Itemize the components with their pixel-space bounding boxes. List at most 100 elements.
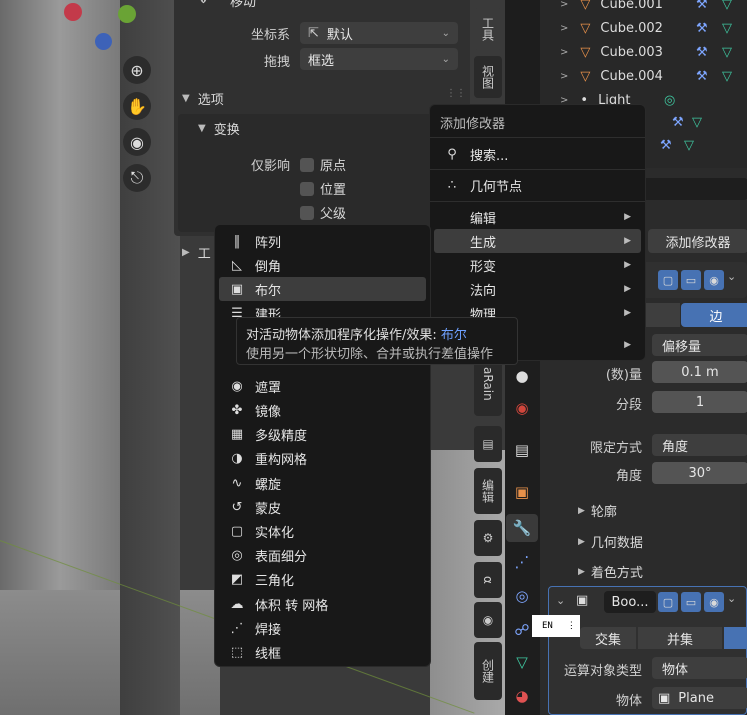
generate-menu-item[interactable]: ▣ 布尔 bbox=[219, 277, 426, 302]
generate-menu-item[interactable]: ◎ 表面细分 bbox=[219, 544, 426, 568]
amount-field[interactable]: 0.1 m bbox=[652, 361, 747, 383]
tab-tool[interactable]: 工具 bbox=[474, 8, 502, 50]
chevron-down-icon: ⌄ bbox=[441, 53, 450, 65]
object-icon[interactable]: ▣ bbox=[508, 478, 536, 506]
camera-icon[interactable]: ◉ bbox=[123, 128, 151, 156]
collection-icon[interactable]: ▤ bbox=[508, 436, 536, 464]
tab-edit[interactable]: 编辑 bbox=[474, 468, 502, 514]
viewport-display-icon[interactable]: ▭ bbox=[681, 270, 701, 290]
menu-category-item[interactable]: 形变 ▶ bbox=[434, 253, 641, 277]
generate-menu-item[interactable]: ⋰ 焊接 bbox=[219, 616, 426, 640]
editmode-icon[interactable]: ▢ bbox=[658, 592, 678, 612]
mesh-data-icon: ▽ bbox=[692, 115, 702, 130]
mask-icon: ◉ bbox=[231, 378, 243, 394]
generate-menu-item[interactable]: ✤ 镜像 bbox=[219, 398, 426, 422]
outliner-item[interactable]: > ▽ Cube.004 ⚒ ▽ bbox=[560, 64, 732, 88]
angle-field[interactable]: 30° bbox=[652, 462, 747, 484]
generate-menu-item[interactable]: ▢ 实体化 bbox=[219, 519, 426, 543]
object-field[interactable]: ▣ Plane bbox=[652, 687, 747, 709]
physics-icon[interactable]: ● bbox=[508, 362, 536, 390]
union-button[interactable]: 并集 bbox=[638, 627, 722, 649]
transform-section-header[interactable]: ▼ 变换 bbox=[198, 119, 240, 138]
gizmo-x-axis-dot[interactable] bbox=[64, 3, 82, 21]
tab-edit-icon[interactable]: ▤ bbox=[474, 426, 502, 462]
difference-button[interactable] bbox=[724, 627, 747, 649]
tab-misc-icon[interactable]: α bbox=[474, 562, 502, 598]
chevron-down-icon[interactable]: ⌄ bbox=[727, 592, 736, 612]
viewport-display-icon[interactable]: ▭ bbox=[681, 592, 701, 612]
particles-icon[interactable]: ⋰ bbox=[508, 548, 536, 576]
chevron-down-icon: ▼ bbox=[198, 123, 206, 134]
generate-menu-item[interactable]: ▦ 多级精度 bbox=[219, 423, 426, 447]
modifier-wrench-icon: ⚒ bbox=[696, 0, 708, 12]
render-camera-icon[interactable]: ◉ bbox=[704, 592, 724, 612]
render-camera-icon[interactable]: ◉ bbox=[704, 270, 724, 290]
add-modifier-button[interactable]: 添加修改器 bbox=[648, 229, 747, 253]
boolean-name-field[interactable]: Boo... bbox=[604, 591, 656, 613]
data-icon[interactable]: ▽ bbox=[508, 648, 536, 676]
shading-subpanel[interactable]: ▶ 着色方式 bbox=[578, 562, 643, 581]
tab-view[interactable]: 视图 bbox=[474, 56, 502, 98]
generate-menu-item[interactable]: ☁ 体积 转 网格 bbox=[219, 592, 426, 616]
menu-category-item[interactable]: 编辑 ▶ bbox=[434, 205, 641, 229]
modifier-wrench-icon: ⚒ bbox=[696, 20, 708, 36]
generate-menu-item[interactable]: ⬚ 线框 bbox=[219, 640, 426, 664]
physics-orbit-icon[interactable]: ◎ bbox=[508, 582, 536, 610]
drag-dropdown[interactable]: 框选 ⌄ bbox=[300, 48, 458, 70]
properties-search[interactable] bbox=[638, 178, 747, 200]
segments-field[interactable]: 1 bbox=[652, 391, 747, 413]
chevron-right-icon[interactable]: > bbox=[560, 71, 568, 82]
mesh-data-icon: ▽ bbox=[722, 68, 732, 84]
pan-hand-icon[interactable]: ✋ bbox=[123, 92, 151, 120]
parent-checkbox[interactable]: 父级 bbox=[300, 203, 346, 222]
chevron-down-icon[interactable]: ⌄ bbox=[727, 270, 736, 290]
boolean-toggle-icons[interactable]: ▢ ▭ ◉ ⌄ bbox=[658, 592, 736, 612]
options-section-header[interactable]: ▼ 选项 bbox=[182, 89, 224, 108]
chevron-right-icon: ▶ bbox=[624, 308, 631, 318]
tab-create[interactable]: 创建 bbox=[474, 642, 502, 700]
generate-menu-item[interactable]: ∿ 螺旋 bbox=[219, 471, 426, 495]
generate-menu-item[interactable]: ◉ 遮罩 bbox=[219, 374, 426, 398]
coord-system-dropdown[interactable]: ⇱ 默认 ⌄ bbox=[300, 22, 458, 44]
menu-divider bbox=[430, 201, 645, 202]
geometry-subpanel[interactable]: ▶ 几何数据 bbox=[578, 532, 643, 551]
gizmo-y-axis-dot[interactable] bbox=[118, 5, 136, 23]
generate-menu-item[interactable]: ◺ 倒角 bbox=[219, 253, 426, 277]
width-type-dropdown[interactable]: 偏移量 bbox=[652, 334, 747, 356]
geometry-nodes-menu-item[interactable]: ∴ 几何节点 bbox=[434, 173, 641, 197]
zoom-icon[interactable]: ⊕ bbox=[123, 56, 151, 84]
modifier-wrench-icon[interactable]: 🔧 bbox=[506, 514, 538, 542]
panel-drag-handle-icon[interactable]: ⋮⋮ bbox=[446, 88, 466, 99]
chevron-right-icon[interactable]: > bbox=[560, 47, 568, 58]
outliner-item[interactable]: > ▽ Cube.002 ⚒ ▽ bbox=[560, 16, 732, 40]
limit-method-dropdown[interactable]: 角度 bbox=[652, 434, 747, 456]
workspace-section-header[interactable]: ▶ 工 bbox=[182, 243, 211, 262]
outliner-item[interactable]: > ▽ Cube.003 ⚒ ▽ bbox=[560, 40, 732, 64]
profile-subpanel[interactable]: ▶ 轮廓 bbox=[578, 501, 617, 520]
position-checkbox[interactable]: 位置 bbox=[300, 179, 346, 198]
generate-menu-item[interactable]: ◑ 重构网格 bbox=[219, 447, 426, 471]
modifier-toggle-icons[interactable]: ▢ ▭ ◉ ⌄ bbox=[658, 270, 736, 290]
material-icon[interactable]: ◕ bbox=[508, 682, 536, 710]
editmode-icon[interactable]: ▢ bbox=[658, 270, 678, 290]
origin-checkbox[interactable]: 原点 bbox=[300, 155, 346, 174]
boolean-collapse-icon[interactable]: ⌄ bbox=[556, 594, 565, 607]
generate-menu-item[interactable]: ↺ 蒙皮 bbox=[219, 495, 426, 519]
gizmo-z-axis-dot[interactable] bbox=[95, 33, 112, 50]
lock-icon[interactable]: ⎋ bbox=[123, 164, 151, 192]
tab-gear-icon[interactable]: ⚙ bbox=[474, 520, 502, 556]
outliner-item[interactable]: > ▽ Cube.001 ⚒ ▽ bbox=[560, 0, 732, 16]
chevron-right-icon[interactable]: > bbox=[560, 23, 568, 34]
operand-type-dropdown[interactable]: 物体 bbox=[652, 657, 747, 679]
chevron-right-icon[interactable]: > bbox=[560, 0, 568, 10]
intersect-button[interactable]: 交集 bbox=[580, 627, 636, 649]
generate-menu-item[interactable]: ◩ 三角化 bbox=[219, 568, 426, 592]
transform-orientation-icon: ⇱ bbox=[308, 25, 319, 41]
search-menu-item[interactable]: ⚲ 搜索... bbox=[434, 142, 641, 166]
tab-misc2-icon[interactable]: ◉ bbox=[474, 602, 502, 638]
menu-category-item[interactable]: 生成 ▶ bbox=[434, 229, 641, 253]
menu-category-item[interactable]: 法向 ▶ bbox=[434, 277, 641, 301]
world-icon[interactable]: ◉ bbox=[508, 394, 536, 422]
generate-menu-item[interactable]: ‖ 阵列 bbox=[219, 229, 426, 253]
bevel-affect-tab-active[interactable]: 边 bbox=[681, 303, 747, 327]
